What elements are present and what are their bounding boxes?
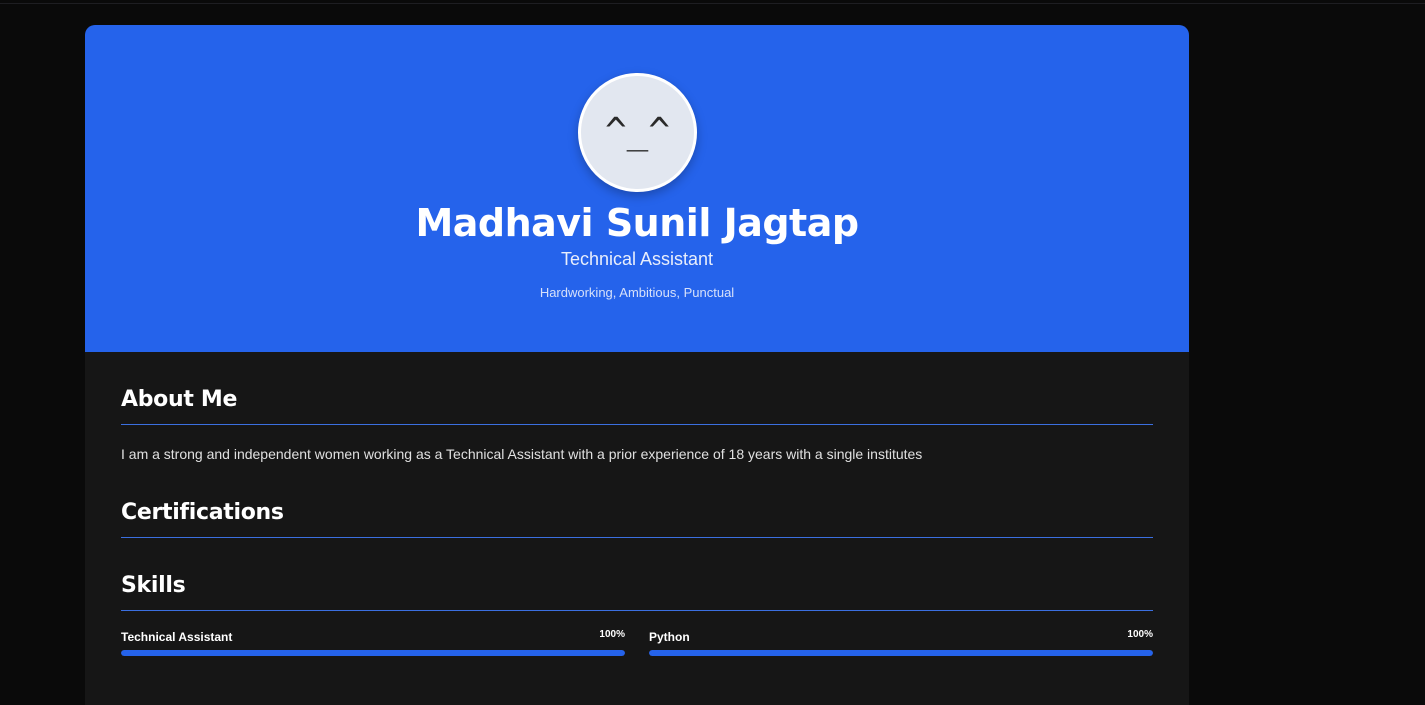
profile-role: Technical Assistant (560, 249, 714, 269)
skills-divider (121, 610, 1153, 611)
certifications-title: Certifications (121, 500, 284, 525)
about-divider (121, 424, 1153, 425)
avatar-emoticon: ^_^ (604, 111, 671, 152)
profile-header: ^_^ Madhavi Sunil Jagtap Technical Assis… (85, 25, 1189, 352)
top-divider (0, 3, 1425, 4)
skills-title: Skills (121, 573, 186, 598)
skill-name: Python (649, 630, 690, 644)
skill-progress-track (649, 650, 1153, 656)
skill-progress-track (121, 650, 625, 656)
skill-progress-fill (649, 650, 1153, 656)
skill-progress-fill (121, 650, 625, 656)
profile-traits: Hardworking, Ambitious, Punctual (539, 285, 735, 300)
skill-percent: 100% (1127, 629, 1153, 640)
skill-percent: 100% (599, 629, 625, 640)
profile-name: Madhavi Sunil Jagtap (415, 201, 859, 245)
resume-card: ^_^ Madhavi Sunil Jagtap Technical Assis… (85, 25, 1189, 705)
skill-item: Technical Assistant 100% (121, 629, 625, 659)
about-text: I am a strong and independent women work… (121, 446, 923, 462)
skill-name: Technical Assistant (121, 630, 233, 644)
about-title: About Me (121, 387, 238, 412)
certifications-divider (121, 537, 1153, 538)
skill-item: Python 100% (649, 629, 1153, 659)
avatar: ^_^ (578, 73, 697, 192)
